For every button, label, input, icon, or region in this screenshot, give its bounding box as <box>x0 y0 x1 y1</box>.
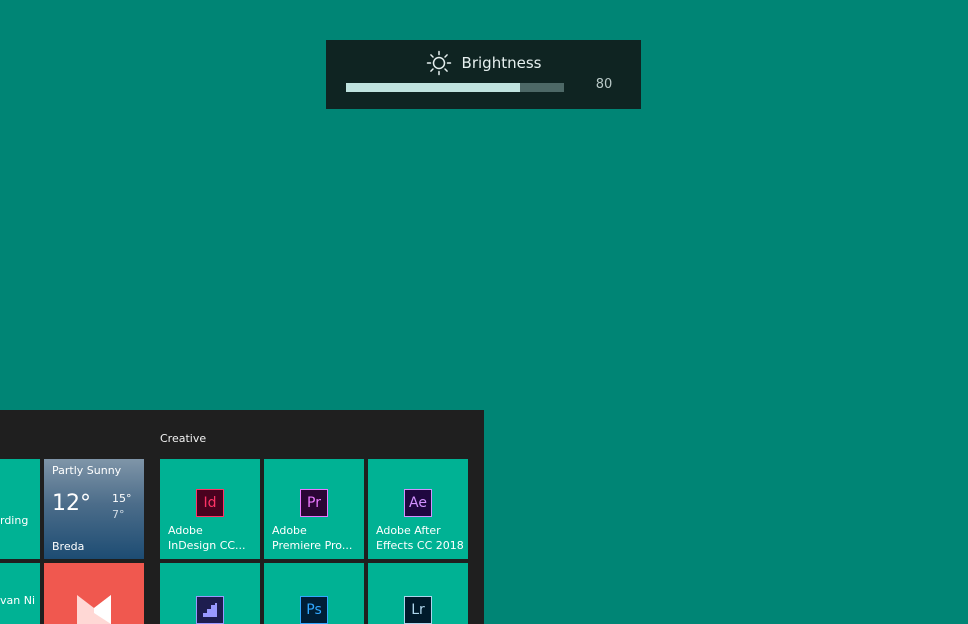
tile-label: rding <box>0 514 29 527</box>
brightness-slider-fill <box>346 83 521 92</box>
brightness-flyout: Brightness 80 <box>326 40 641 109</box>
media-encoder-icon <box>196 596 224 624</box>
app-tile-premiere[interactable]: Pr Adobe Premiere Pro... <box>264 459 364 559</box>
tile-label-after-effects: Adobe After Effects CC 2018 <box>376 524 464 552</box>
weather-condition: Partly Sunny <box>52 464 122 477</box>
start-menu: Creative rding van Ni Partly Sunny 12° 1… <box>0 410 484 624</box>
app-tile-coral[interactable] <box>44 563 144 624</box>
weather-city: Breda <box>52 540 85 553</box>
premiere-icon: Pr <box>300 489 328 517</box>
tile-group-label: Creative <box>160 432 207 445</box>
lightroom-icon: Lr <box>404 596 432 624</box>
weather-low: 7° <box>112 508 125 521</box>
photoshop-icon: Ps <box>300 596 328 624</box>
tile-label-premiere: Adobe Premiere Pro... <box>272 524 353 552</box>
app-tile-indesign[interactable]: Id Adobe InDesign CC... <box>160 459 260 559</box>
partial-tile-2[interactable]: van Ni <box>0 563 40 624</box>
weather-temperature: 12° <box>52 491 91 516</box>
staircase-icon <box>203 603 217 617</box>
app-logo-icon <box>77 595 111 624</box>
app-tile-photoshop[interactable]: Ps <box>264 563 364 624</box>
brightness-slider[interactable] <box>346 83 564 92</box>
brightness-value: 80 <box>595 77 613 92</box>
brightness-title: Brightness <box>461 54 542 72</box>
app-tile-lightroom[interactable]: Lr <box>368 563 468 624</box>
after-effects-icon: Ae <box>404 489 432 517</box>
weather-high: 15° <box>112 492 132 505</box>
indesign-icon: Id <box>196 489 224 517</box>
brightness-title-row: Brightness <box>326 50 641 76</box>
tile-label: van Ni <box>0 594 36 607</box>
app-tile-after-effects[interactable]: Ae Adobe After Effects CC 2018 <box>368 459 468 559</box>
tile-label-indesign: Adobe InDesign CC... <box>168 524 246 552</box>
weather-tile[interactable]: Partly Sunny 12° 15° 7° Breda <box>44 459 144 559</box>
sun-icon <box>426 50 451 76</box>
app-tile-media-encoder[interactable] <box>160 563 260 624</box>
partial-tile-1[interactable]: rding <box>0 459 40 559</box>
